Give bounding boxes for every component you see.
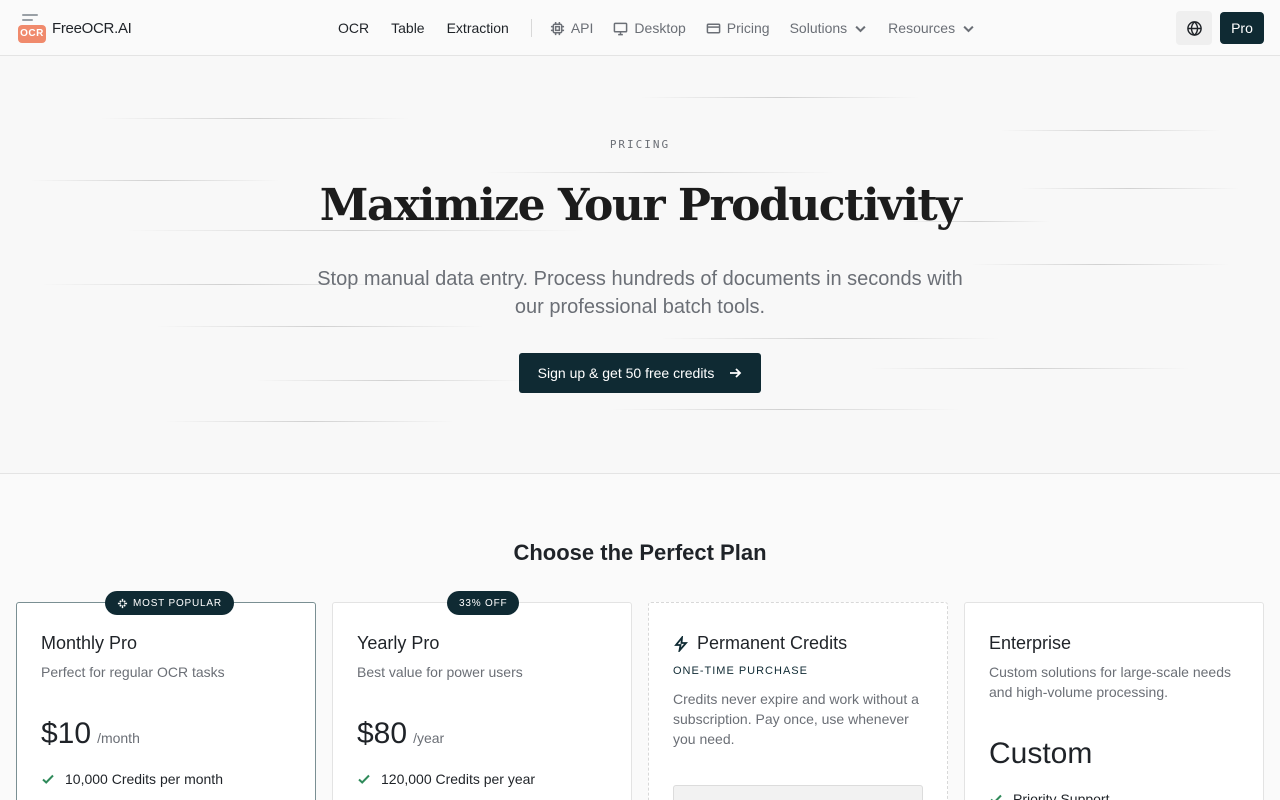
credit-card-icon — [706, 23, 721, 33]
sparkles-icon — [117, 598, 128, 608]
most-popular-badge: MOST POPULAR — [105, 591, 234, 615]
globe-icon — [1186, 20, 1202, 36]
plan-name: Monthly Pro — [41, 633, 138, 653]
nav-api-label: API — [570, 20, 594, 36]
plan-name: Permanent Credits — [673, 633, 847, 654]
one-time-purchase-label: ONE-TIME PURCHASE — [673, 665, 808, 677]
deco-line — [640, 97, 920, 98]
hero-subtitle: Stop manual data entry. Process hundreds… — [317, 268, 963, 318]
price-amount: $10 — [41, 717, 92, 750]
plan-price: $10 /month — [41, 717, 140, 751]
plan-feature: 10,000 Credits per month — [41, 771, 223, 787]
nav-extraction[interactable]: Extraction — [447, 20, 509, 36]
plan-feature: Priority Support — [989, 791, 1109, 800]
nav-resources-label: Resources — [888, 20, 956, 36]
price-period: /year — [413, 730, 445, 746]
deco-line — [485, 172, 835, 173]
nav-table[interactable]: Table — [391, 20, 424, 36]
brand-home-link[interactable]: OCR FreeOCR.AI — [18, 12, 132, 44]
most-popular-label: MOST POPULAR — [133, 597, 222, 609]
hero-eyebrow: PRICING — [609, 138, 671, 151]
chip-icon — [550, 21, 564, 35]
chevron-down-icon — [963, 25, 974, 32]
deco-line — [610, 409, 960, 410]
plans-heading: Choose the Perfect Plan — [513, 540, 767, 565]
plan-description: Best value for power users — [357, 664, 523, 680]
deco-line — [970, 264, 1230, 265]
nav-desktop-label: Desktop — [634, 20, 686, 36]
lightning-icon — [674, 635, 688, 652]
credits-selector[interactable] — [673, 785, 923, 800]
monitor-icon — [614, 22, 628, 35]
hero-section: PRICING Maximize Your Productivity Stop … — [0, 56, 1280, 474]
deco-line — [165, 421, 455, 422]
deco-line — [870, 368, 1190, 369]
nav-desktop[interactable]: Desktop — [613, 20, 686, 36]
chevron-down-icon — [855, 25, 866, 32]
plan-card-enterprise: Enterprise Custom solutions for large-sc… — [964, 602, 1264, 800]
plan-feature-label: 10,000 Credits per month — [65, 771, 223, 787]
check-icon — [42, 774, 54, 784]
arrow-right-icon — [730, 368, 742, 378]
plan-feature-label: Priority Support — [1013, 791, 1110, 800]
deco-line — [100, 118, 410, 119]
main-nav: OCR Table Extraction API Desktop Pricing… — [338, 0, 996, 56]
plan-feature: 120,000 Credits per year — [357, 771, 535, 787]
nav-solutions-dropdown[interactable]: Solutions — [790, 20, 869, 36]
nav-ocr[interactable]: OCR — [338, 20, 369, 36]
deco-line — [255, 380, 525, 381]
plan-name: Yearly Pro — [357, 633, 440, 653]
plan-card-monthly: MOST POPULAR Monthly Pro Perfect for reg… — [16, 591, 316, 800]
top-navbar: OCR FreeOCR.AI OCR Table Extraction API … — [0, 0, 1280, 56]
price-amount: $80 — [357, 717, 408, 750]
logo-icon: OCR — [18, 12, 46, 44]
discount-label: 33% OFF — [459, 597, 508, 609]
plan-description: Custom solutions for large-scale needs a… — [989, 664, 1232, 700]
pro-button[interactable]: Pro — [1220, 12, 1264, 44]
brand-name: FreeOCR.AI — [52, 19, 132, 37]
check-icon — [990, 794, 1002, 800]
plan-description: Perfect for regular OCR tasks — [41, 664, 225, 680]
price-period: /month — [97, 730, 140, 746]
logo-badge-text: OCR — [18, 25, 46, 43]
nav-pricing[interactable]: Pricing — [706, 20, 770, 36]
plan-feature-label: 120,000 Credits per year — [381, 771, 536, 787]
discount-badge: 33% OFF — [447, 591, 520, 615]
signup-cta-label: Sign up & get 50 free credits — [537, 365, 715, 381]
plan-card-permanent: Permanent Credits ONE-TIME PURCHASE Cred… — [648, 602, 948, 800]
signup-cta-button[interactable]: Sign up & get 50 free credits — [519, 353, 761, 393]
nav-resources-dropdown[interactable]: Resources — [888, 20, 976, 36]
plan-price: $80 /year — [357, 717, 444, 751]
plan-name: Enterprise — [989, 633, 1072, 653]
nav-divider — [530, 19, 532, 37]
nav-pricing-label: Pricing — [726, 20, 770, 36]
deco-line — [155, 326, 485, 327]
deco-line — [1000, 130, 1220, 131]
plan-description: Credits never expire and work without a … — [673, 691, 919, 747]
nav-solutions-label: Solutions — [789, 20, 848, 36]
nav-api[interactable]: API — [550, 20, 594, 36]
plan-price: Custom — [989, 737, 1093, 770]
deco-line — [660, 338, 1000, 339]
page-title: Maximize Your Productivity — [319, 180, 962, 231]
plan-card-yearly: 33% OFF Yearly Pro Best value for power … — [332, 591, 632, 800]
check-icon — [358, 774, 370, 784]
plan-name-label: Permanent Credits — [697, 633, 848, 653]
language-button[interactable] — [1176, 11, 1212, 45]
